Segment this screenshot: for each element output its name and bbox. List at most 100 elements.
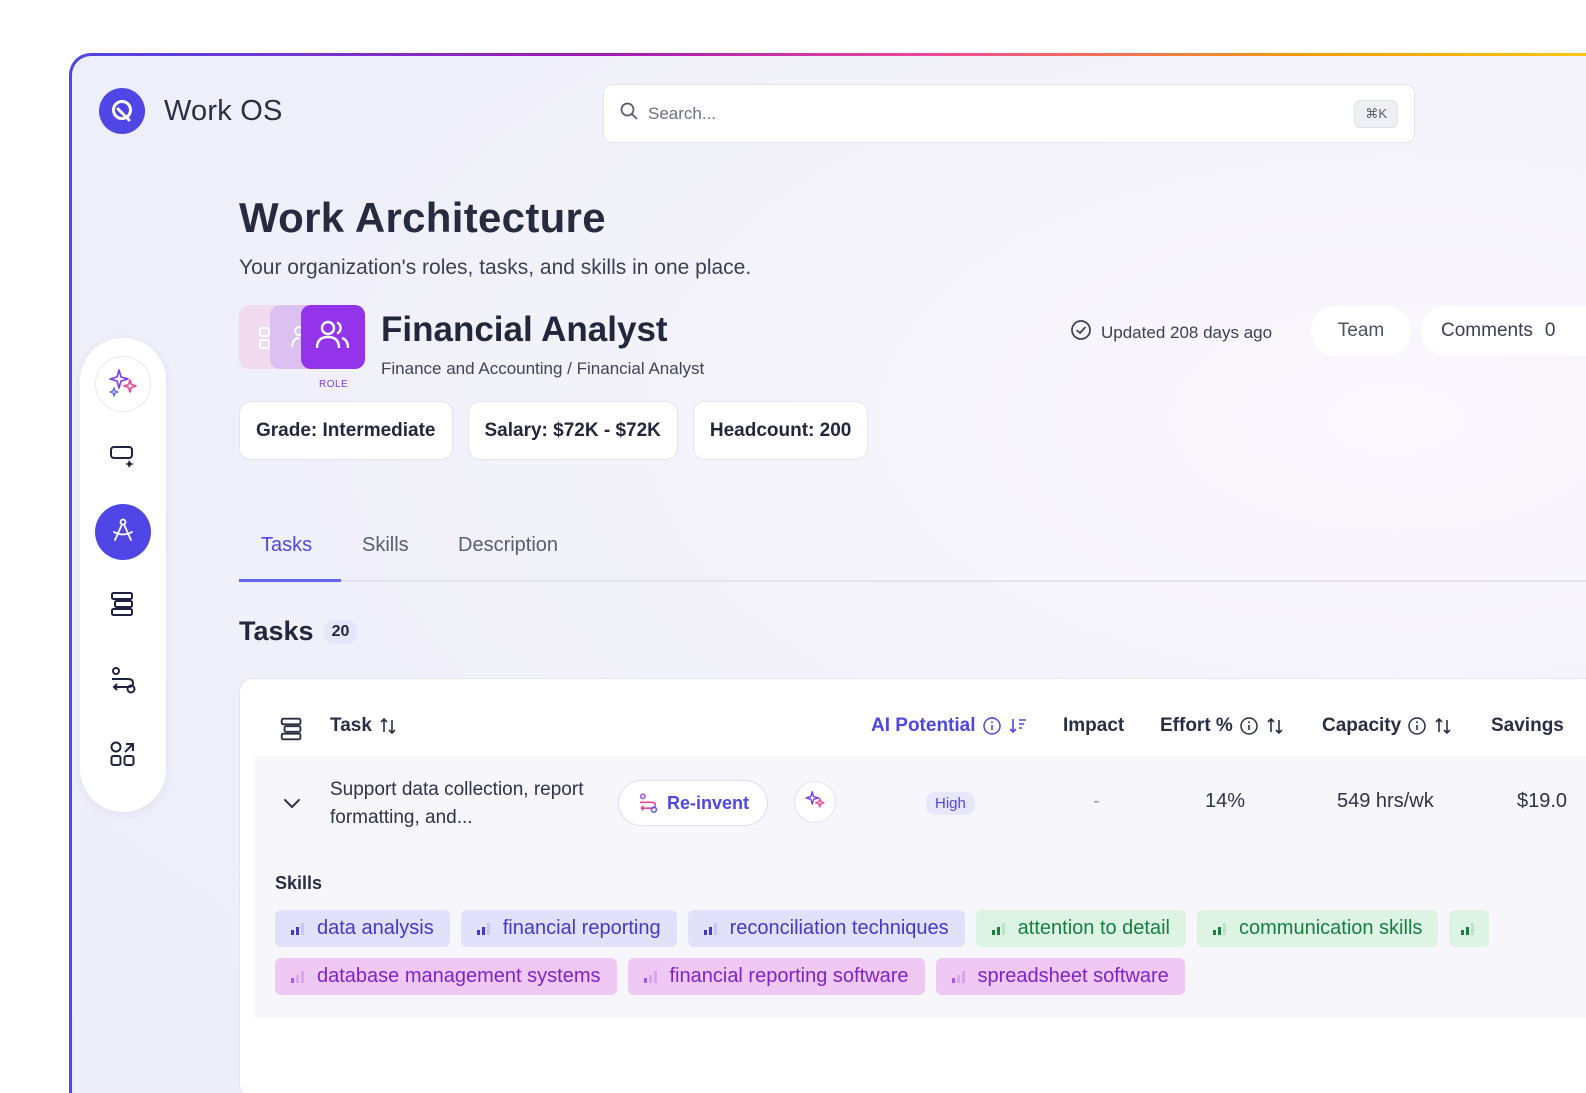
sort-icon — [378, 716, 398, 736]
skills-row: data analysis financial reporting reconc… — [275, 910, 1586, 947]
info-icon[interactable] — [1407, 716, 1427, 736]
search-input[interactable]: Search... — [648, 104, 1354, 124]
column-toggle-button[interactable] — [278, 715, 306, 749]
team-button[interactable]: Team — [1311, 306, 1411, 356]
breadcrumb: Finance and Accounting / Financial Analy… — [381, 359, 705, 378]
skill-tag[interactable]: reconciliation techniques — [687, 910, 965, 947]
skill-tag[interactable]: database management systems — [275, 958, 617, 995]
skill-name: financial reporting software — [669, 965, 909, 987]
skill-tag[interactable]: financial reporting — [460, 910, 677, 947]
search-shortcut-badge: ⌘K — [1354, 99, 1398, 128]
apps-grid-icon — [108, 739, 138, 774]
sort-icon[interactable] — [1433, 716, 1453, 736]
screen-edit-icon — [108, 441, 138, 476]
level-bars-icon — [643, 970, 658, 983]
page-subtitle: Your organization's roles, tasks, and sk… — [239, 256, 752, 279]
level-bars-icon — [991, 922, 1006, 935]
active-tab-indicator — [239, 579, 341, 582]
skill-name: financial reporting — [502, 917, 661, 939]
skill-tag[interactable]: communication skills — [1197, 910, 1439, 947]
skill-name: database management systems — [317, 965, 601, 987]
sparkle-icon — [107, 366, 139, 403]
comments-label: Comments — [1441, 320, 1533, 341]
tab-skills[interactable]: Skills — [362, 534, 409, 557]
level-bars-icon — [1461, 922, 1475, 935]
column-ai-potential-label: AI Potential — [871, 715, 976, 736]
skill-name: data analysis — [317, 917, 434, 939]
rail-ai-button[interactable] — [95, 356, 151, 412]
headcount-chip: Headcount: 200 — [692, 401, 869, 460]
tab-tasks[interactable]: Tasks — [261, 534, 312, 557]
column-savings[interactable]: Savings — [1491, 715, 1564, 737]
search-icon — [620, 102, 638, 125]
skills-list: data analysis financial reporting reconc… — [275, 910, 1586, 1006]
grade-chip: Grade: Intermediate — [239, 401, 453, 460]
info-icon[interactable] — [982, 716, 1002, 736]
level-bars-icon — [291, 970, 305, 983]
skills-label: Skills — [275, 873, 323, 893]
role-icon — [301, 305, 365, 369]
info-icon[interactable] — [1239, 716, 1259, 736]
role-type-label: ROLE — [319, 379, 349, 390]
column-effort[interactable]: Effort % — [1160, 715, 1285, 737]
check-circle-icon — [1070, 319, 1092, 346]
rail-screen-button[interactable] — [95, 430, 151, 486]
rail-workflow-button[interactable] — [95, 654, 151, 710]
sort-descending-icon[interactable] — [1008, 716, 1028, 736]
skills-row: database management systems financial re… — [275, 958, 1586, 995]
role-icon-stack: ROLE — [239, 305, 369, 395]
rail-architecture-button[interactable] — [95, 504, 151, 560]
skill-name: communication skills — [1239, 917, 1423, 939]
app-frame: Work OS Search... ⌘K Work Architecture Y… — [69, 53, 1586, 1093]
stack-icon — [278, 715, 306, 749]
page-title: Work Architecture — [239, 194, 606, 241]
tasks-table: Task AI Potential Impact Effort % Capaci… — [239, 678, 1586, 1093]
role-name: Financial Analyst — [381, 310, 668, 349]
workflow-icon — [108, 665, 138, 700]
level-bars-icon — [951, 970, 966, 983]
app-window: Work OS Search... ⌘K Work Architecture Y… — [72, 56, 1586, 1093]
tasks-count-badge: 20 — [323, 619, 358, 644]
skill-name: attention to detail — [1017, 917, 1170, 939]
level-bars-icon — [476, 922, 491, 935]
chevron-down-icon[interactable] — [281, 792, 303, 819]
reinvent-label: Re-invent — [667, 792, 750, 813]
tab-description[interactable]: Description — [458, 534, 558, 557]
tab-bar: Tasks Skills Description — [239, 526, 1586, 582]
capacity-value: 549 hrs/wk — [1337, 790, 1434, 812]
skill-tag-overflow[interactable] — [1449, 910, 1490, 947]
sort-icon[interactable] — [1265, 716, 1285, 736]
table-row[interactable]: Support data collection, report formatti… — [255, 756, 1586, 1018]
tasks-section-title: Tasks — [239, 616, 314, 646]
task-description: Support data collection, report formatti… — [330, 779, 584, 828]
logo-mark-icon — [99, 88, 145, 134]
salary-chip: Salary: $72K - $72K — [467, 401, 678, 460]
sparkle-icon — [804, 789, 826, 816]
impact-value: - — [1093, 790, 1100, 812]
skill-tag[interactable]: data analysis — [275, 910, 450, 947]
app-logo[interactable]: Work OS — [99, 88, 283, 134]
updated-status: Updated 208 days ago — [1070, 319, 1272, 346]
ai-potential-badge: High — [926, 792, 975, 815]
search-bar[interactable]: Search... ⌘K — [603, 84, 1415, 143]
comments-button[interactable]: Comments 0 — [1421, 306, 1586, 356]
skill-tag[interactable]: attention to detail — [975, 910, 1186, 947]
rail-stack-button[interactable] — [95, 578, 151, 634]
rail-apps-button[interactable] — [95, 728, 151, 784]
ai-assist-button[interactable] — [794, 781, 836, 823]
column-task[interactable]: Task — [330, 715, 398, 737]
column-ai-potential[interactable]: AI Potential — [871, 715, 1028, 737]
skill-tag[interactable]: financial reporting software — [627, 958, 925, 995]
skill-tag[interactable]: spreadsheet software — [935, 958, 1185, 995]
column-effort-label: Effort % — [1160, 715, 1233, 736]
level-bars-icon — [703, 922, 718, 935]
role-attributes: Grade: Intermediate Salary: $72K - $72K … — [239, 401, 869, 460]
skill-name: reconciliation techniques — [729, 917, 949, 939]
column-impact[interactable]: Impact — [1063, 715, 1124, 737]
workflow-icon — [637, 792, 659, 814]
comments-count: 0 — [1544, 320, 1556, 341]
column-capacity[interactable]: Capacity — [1322, 715, 1453, 737]
skill-name: spreadsheet software — [977, 965, 1169, 987]
level-bars-icon — [291, 922, 305, 935]
reinvent-button[interactable]: Re-invent — [618, 780, 769, 826]
